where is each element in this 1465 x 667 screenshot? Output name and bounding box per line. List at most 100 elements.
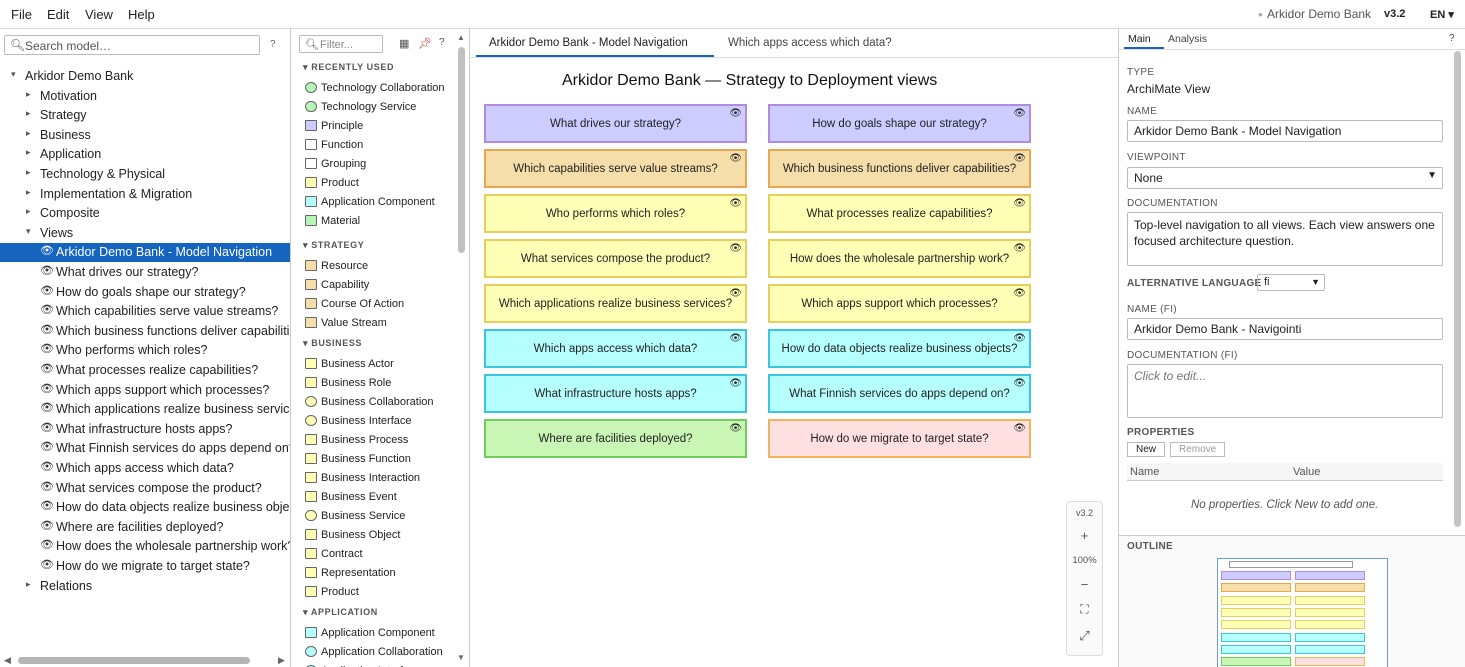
chevron-right-icon[interactable]: ▸ [26, 89, 31, 100]
alt-language-select[interactable]: fi ▼ [1257, 274, 1325, 291]
view-reference-box[interactable]: How does the wholesale partnership work?… [768, 239, 1031, 278]
tree-folder-relations[interactable]: ▸ Relations [0, 577, 290, 596]
menu-file[interactable]: File [11, 7, 32, 22]
grid-icon[interactable]: ▦ [399, 37, 409, 50]
tree-folder-0[interactable]: ▸ Motivation [0, 87, 290, 106]
zoom-out-button[interactable]: − [1067, 577, 1102, 592]
chevron-right-icon[interactable]: ▸ [26, 128, 31, 139]
view-reference-box[interactable]: Who performs which roles? 👁︎ [484, 194, 747, 233]
scroll-left-icon[interactable]: ◀ [4, 655, 11, 666]
properties-scrollbar[interactable] [1454, 51, 1461, 527]
tree-view-item[interactable]: 👁︎ Arkidor Demo Bank - Model Navigation [0, 243, 290, 262]
tree-view-item[interactable]: 👁︎ Which apps access which data? [0, 459, 290, 478]
view-reference-box[interactable]: What processes realize capabilities? 👁︎ [768, 194, 1031, 233]
tree-folder-3[interactable]: ▸ Application [0, 145, 290, 164]
tree-view-item[interactable]: 👁︎ How do data objects realize business o… [0, 498, 290, 517]
palette-section-business[interactable]: ▾ BUSINESS [303, 338, 362, 349]
tree-folder-4[interactable]: ▸ Technology & Physical [0, 165, 290, 184]
tab-model-navigation[interactable]: Arkidor Demo Bank - Model Navigation [489, 37, 688, 49]
fit-screen-icon[interactable]: ⛶ [1067, 602, 1102, 617]
tree-view-item[interactable]: 👁︎ What processes realize capabilities? [0, 361, 290, 380]
chevron-right-icon[interactable]: ▸ [26, 579, 31, 590]
palette-filter-input[interactable]: 🔍︎ Filter... [299, 35, 383, 53]
horizontal-scrollbar[interactable] [18, 657, 250, 664]
chevron-right-icon[interactable]: ▸ [26, 206, 31, 217]
documentation-fi-field[interactable]: Click to edit... [1127, 364, 1443, 418]
tree-view-item[interactable]: 👁︎ How does the wholesale partnership wor… [0, 537, 290, 556]
scroll-down-icon[interactable]: ▼ [457, 653, 465, 662]
view-reference-box[interactable]: Where are facilities deployed? 👁︎ [484, 419, 747, 458]
view-reference-box[interactable]: How do data objects realize business obj… [768, 329, 1031, 368]
view-reference-box[interactable]: How do goals shape our strategy? 👁︎ [768, 104, 1031, 143]
chevron-right-icon[interactable]: ▸ [26, 167, 31, 178]
tree-folder-1[interactable]: ▸ Strategy [0, 106, 290, 125]
tree-folder-5[interactable]: ▸ Implementation & Migration [0, 185, 290, 204]
properties-help-icon[interactable]: ? [1449, 33, 1455, 44]
tree-view-item[interactable]: 👁︎ Which capabilities serve value streams… [0, 302, 290, 321]
tree-view-item[interactable]: 👁︎ What Finnish services do apps depend o… [0, 439, 290, 458]
tree-folder-2[interactable]: ▸ Business [0, 126, 290, 145]
palette-section-recent[interactable]: ▾ RECENTLY USED [303, 62, 394, 73]
fullscreen-icon[interactable]: ⤢ [1067, 628, 1102, 644]
view-reference-box[interactable]: Which applications realize business serv… [484, 284, 747, 323]
tree-help-icon[interactable]: ? [270, 39, 276, 50]
menu-edit[interactable]: Edit [47, 7, 69, 22]
language-selector[interactable]: EN ▾ [1430, 8, 1454, 21]
viewpoint-select[interactable]: None ▼ [1127, 167, 1443, 189]
menu-view[interactable]: View [85, 7, 113, 22]
name-field[interactable]: Arkidor Demo Bank - Model Navigation [1127, 120, 1443, 142]
view-reference-box[interactable]: Which capabilities serve value streams? 👁… [484, 149, 747, 188]
eye-icon: 👁︎ [40, 383, 54, 395]
view-reference-box[interactable]: What drives our strategy? 👁︎ [484, 104, 747, 143]
element-type-icon [305, 453, 317, 464]
view-reference-box[interactable]: How do we migrate to target state? 👁︎ [768, 419, 1031, 458]
tree-view-item[interactable]: 👁︎ Which applications realize business se… [0, 400, 290, 419]
palette-section-application[interactable]: ▾ APPLICATION [303, 607, 378, 618]
zoom-in-button[interactable]: + [1067, 528, 1102, 543]
view-reference-box[interactable]: Which business functions deliver capabil… [768, 149, 1031, 188]
tree-view-item[interactable]: 👁︎ Who performs which roles? [0, 341, 290, 360]
pin-icon[interactable]: 📌︎ [418, 37, 432, 50]
tree-root-node[interactable]: ▾ Arkidor Demo Bank [0, 67, 290, 86]
alt-language-label: ALTERNATIVE LANGUAGE [1127, 278, 1262, 289]
element-type-icon [305, 298, 317, 309]
remove-property-button[interactable]: Remove [1170, 442, 1226, 457]
chevron-down-icon[interactable]: ▾ [26, 226, 31, 237]
tab-analysis[interactable]: Analysis [1168, 33, 1207, 45]
tree-view-item[interactable]: 👁︎ How do goals shape our strategy? [0, 283, 290, 302]
view-reference-box[interactable]: Which apps access which data? 👁︎ [484, 329, 747, 368]
chevron-right-icon[interactable]: ▸ [26, 187, 31, 198]
name-label: NAME [1127, 106, 1158, 117]
palette-help-icon[interactable]: ? [439, 37, 445, 48]
chevron-down-icon[interactable]: ▾ [11, 69, 16, 80]
search-input[interactable]: 🔍︎ Search model… [4, 35, 260, 55]
tab-apps-access-data[interactable]: Which apps access which data? [728, 37, 892, 49]
outline-box [1295, 583, 1365, 592]
scroll-up-icon[interactable]: ▲ [457, 33, 465, 42]
chevron-right-icon[interactable]: ▸ [26, 108, 31, 119]
tree-view-item[interactable]: 👁︎ What drives our strategy? [0, 263, 290, 282]
tree-view-item[interactable]: 👁︎ How do we migrate to target state? [0, 557, 290, 576]
new-property-button[interactable]: New [1127, 442, 1166, 457]
tree-view-item[interactable]: 👁︎ Which business functions deliver capab… [0, 322, 290, 341]
documentation-field[interactable]: Top-level navigation to all views. Each … [1127, 212, 1443, 266]
name-fi-field[interactable]: Arkidor Demo Bank - Navigointi [1127, 318, 1443, 340]
palette-scrollbar[interactable] [458, 47, 465, 253]
tree-view-item[interactable]: 👁︎ Which apps support which processes? [0, 381, 290, 400]
view-reference-box[interactable]: What Finnish services do apps depend on?… [768, 374, 1031, 413]
chevron-right-icon[interactable]: ▸ [26, 147, 31, 158]
palette-section-strategy[interactable]: ▾ STRATEGY [303, 240, 364, 251]
tree-view-item[interactable]: 👁︎ What services compose the product? [0, 479, 290, 498]
diagram-canvas[interactable]: Arkidor Demo Bank - Model Navigation Whi… [470, 29, 1118, 667]
tab-main[interactable]: Main [1128, 33, 1151, 45]
tree-folder-views[interactable]: ▾ Views [0, 224, 290, 243]
view-reference-box[interactable]: Which apps support which processes? 👁︎ [768, 284, 1031, 323]
view-reference-box[interactable]: What infrastructure hosts apps? 👁︎ [484, 374, 747, 413]
view-reference-box[interactable]: What services compose the product? 👁︎ [484, 239, 747, 278]
tree-view-item[interactable]: 👁︎ Where are facilities deployed? [0, 518, 290, 537]
tree-view-item[interactable]: 👁︎ What infrastructure hosts apps? [0, 420, 290, 439]
tree-folder-6[interactable]: ▸ Composite [0, 204, 290, 223]
menu-help[interactable]: Help [128, 7, 155, 22]
scroll-right-icon[interactable]: ▶ [278, 655, 285, 666]
element-type-icon [305, 279, 317, 290]
